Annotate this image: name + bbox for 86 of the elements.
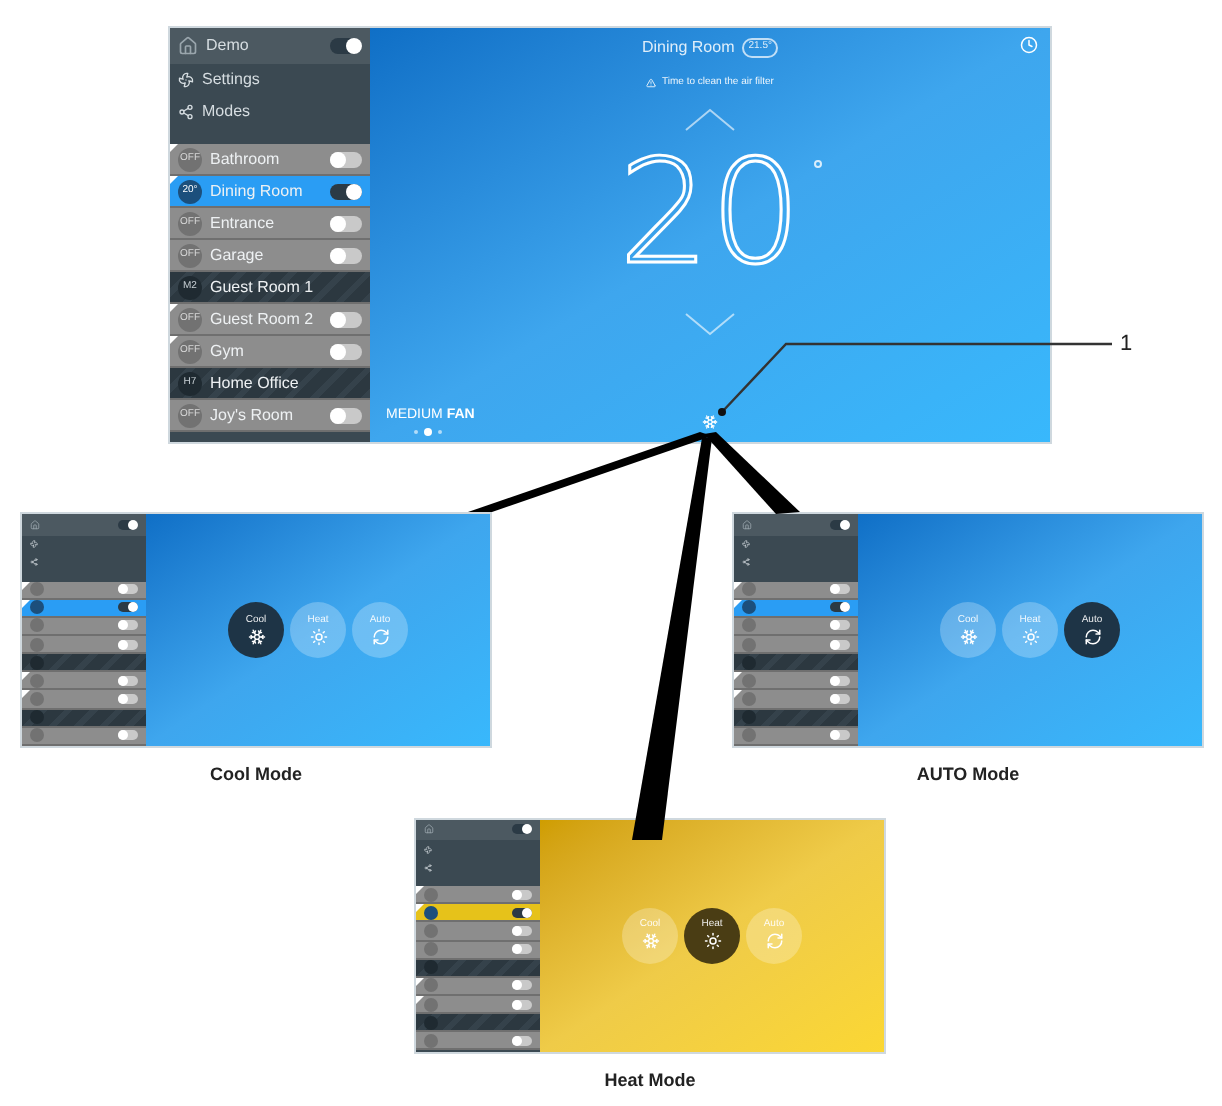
toggle-switch[interactable] <box>830 584 850 595</box>
toggle-switch[interactable] <box>330 183 362 199</box>
sun-icon <box>309 627 327 645</box>
toggle-switch[interactable] <box>830 675 850 686</box>
room-name: Entrance <box>210 211 277 235</box>
room-name: Gym <box>210 339 246 363</box>
cycle-arrows-icon <box>371 627 389 645</box>
toggle-switch[interactable] <box>330 311 362 327</box>
clock-icon[interactable] <box>1020 36 1038 54</box>
figure-caption: AUTO Mode <box>916 762 1020 788</box>
house-icon <box>30 519 40 530</box>
room-row[interactable] <box>734 636 858 655</box>
toggle-switch[interactable] <box>118 620 138 631</box>
toggle-switch[interactable] <box>330 151 362 167</box>
room-name: Dining Room <box>210 179 305 203</box>
toggle-switch[interactable] <box>830 639 850 650</box>
toggle-switch[interactable] <box>118 584 138 595</box>
menu-item[interactable]: Modes <box>170 96 370 128</box>
room-row[interactable] <box>22 636 146 655</box>
toggle-switch[interactable] <box>512 889 532 900</box>
toggle-switch[interactable] <box>118 694 138 705</box>
fan-icon <box>178 72 194 88</box>
room-name: Bathroom <box>210 147 282 171</box>
zone-row[interactable] <box>734 654 858 673</box>
sun-icon <box>703 932 721 950</box>
toggle-switch[interactable] <box>118 639 138 650</box>
share-icon <box>30 558 38 567</box>
menu-item[interactable]: Settings <box>170 64 370 96</box>
zone-row[interactable] <box>22 654 146 673</box>
toggle-switch[interactable] <box>512 980 532 991</box>
room-name: Joy's Room <box>210 403 296 427</box>
chevron-up-icon[interactable] <box>684 107 736 131</box>
home-name: Demo <box>206 34 251 58</box>
house-icon <box>178 36 198 56</box>
zone-row[interactable] <box>416 1014 540 1033</box>
room-row[interactable] <box>734 581 858 600</box>
toggle-switch[interactable] <box>512 907 532 918</box>
share-icon <box>742 558 750 567</box>
toggle-switch[interactable] <box>512 925 532 936</box>
toggle-switch[interactable] <box>830 602 850 613</box>
toggle-switch[interactable] <box>512 999 532 1010</box>
room-name: Garage <box>210 243 266 267</box>
setpoint-value: 20 <box>618 127 802 295</box>
toggle-switch[interactable] <box>512 1035 532 1046</box>
chevron-down-icon[interactable] <box>684 311 736 335</box>
fan-icon <box>742 540 750 549</box>
cycle-arrows-icon <box>1083 627 1101 645</box>
room-name: Home Office <box>210 371 301 395</box>
toggle-switch[interactable] <box>118 519 138 530</box>
toggle-switch[interactable] <box>330 407 362 423</box>
room-row[interactable] <box>22 581 146 600</box>
toggle-switch[interactable] <box>512 824 532 835</box>
fan-icon <box>30 540 38 549</box>
room-name: Guest Room 1 <box>210 275 316 299</box>
toggle-switch[interactable] <box>830 694 850 705</box>
room-name: Guest Room 2 <box>210 307 316 331</box>
toggle-switch[interactable] <box>330 215 362 231</box>
share-icon <box>178 104 194 120</box>
toggle-switch[interactable] <box>330 343 362 359</box>
figure-caption: Cool Mode <box>210 762 302 788</box>
toggle-switch[interactable] <box>118 602 138 613</box>
toggle-switch[interactable] <box>330 247 362 263</box>
warning-icon <box>646 78 657 89</box>
room-row[interactable] <box>416 904 540 923</box>
callout-number: 1 <box>1120 330 1133 360</box>
snowflake-icon <box>959 627 977 645</box>
house-icon <box>424 824 434 835</box>
fan-icon <box>424 845 432 854</box>
room-row[interactable] <box>416 1032 540 1051</box>
toggle-switch[interactable] <box>830 730 850 741</box>
house-icon <box>742 519 752 530</box>
snowflake-icon[interactable] <box>702 414 718 430</box>
share-icon <box>424 863 432 872</box>
figure-caption: Heat Mode <box>604 1067 696 1093</box>
toggle-switch[interactable] <box>118 675 138 686</box>
toggle-switch[interactable] <box>830 519 850 530</box>
toggle-switch[interactable] <box>118 730 138 741</box>
degree-mark-icon <box>813 159 822 167</box>
snowflake-icon <box>641 932 659 950</box>
toggle-switch[interactable] <box>330 38 362 54</box>
room-title: Dining Room <box>642 36 735 60</box>
toggle-switch[interactable] <box>830 620 850 631</box>
toggle-switch[interactable] <box>512 944 532 955</box>
snowflake-icon <box>247 627 265 645</box>
sun-icon <box>1021 627 1039 645</box>
cycle-arrows-icon <box>765 932 783 950</box>
